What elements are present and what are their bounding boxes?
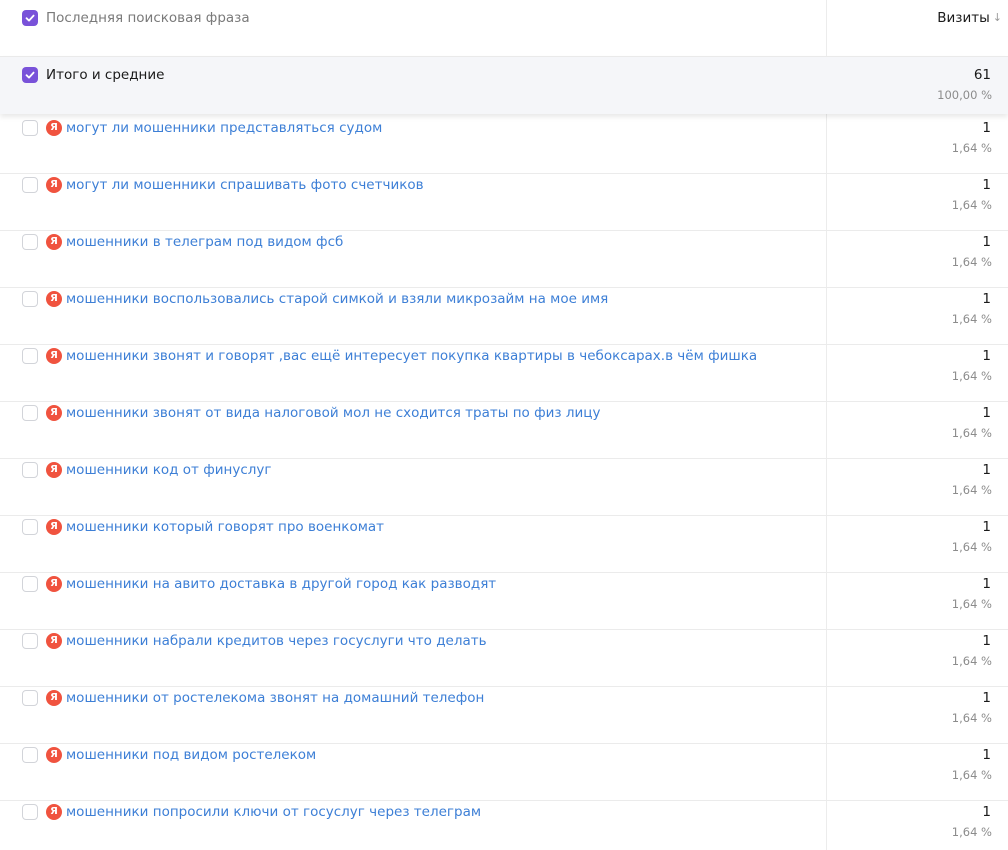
visits-value: 1 (982, 747, 991, 763)
visits-value: 1 (982, 291, 991, 307)
visits-value: 1 (982, 177, 991, 193)
search-phrase-link[interactable]: мошенники который говорят про военкомат (66, 518, 384, 536)
sort-desc-icon[interactable]: ↓ (993, 9, 1002, 27)
table-row: Ямошенники на авито доставка в другой го… (0, 573, 1008, 630)
totals-checkbox[interactable] (22, 67, 38, 83)
row-checkbox[interactable] (22, 120, 38, 136)
visits-percent: 1,64 % (951, 312, 992, 326)
visits-header-label: Визиты (937, 10, 990, 26)
yandex-engine-icon: Я (46, 177, 62, 193)
visits-percent: 1,64 % (951, 825, 992, 839)
search-phrase-link[interactable]: мошенники от ростелекома звонят на домаш… (66, 689, 484, 707)
table-row: Ямошенники воспользовались старой симкой… (0, 288, 1008, 345)
totals-row: Итого и средние 61 100,00 % (0, 57, 1008, 114)
table-row: Ямогут ли мошенники спрашивать фото счет… (0, 174, 1008, 231)
yandex-engine-icon: Я (46, 804, 62, 820)
row-checkbox[interactable] (22, 690, 38, 706)
search-phrase-link[interactable]: мошенники под видом ростелеком (66, 746, 316, 764)
search-phrase-link[interactable]: мошенники код от финуслуг (66, 461, 271, 479)
visits-percent: 1,64 % (951, 768, 992, 782)
table-row: Ямошенники звонят от вида налоговой мол … (0, 402, 1008, 459)
row-checkbox[interactable] (22, 291, 38, 307)
table-row: Ямошенники от ростелекома звонят на дома… (0, 687, 1008, 744)
yandex-engine-icon: Я (46, 405, 62, 421)
table-header: Последняя поисковая фраза Визиты ↓ (0, 0, 1008, 57)
yandex-engine-icon: Я (46, 234, 62, 250)
totals-value: 61 (973, 67, 991, 83)
search-phrase-link[interactable]: мошенники звонят от вида налоговой мол н… (66, 404, 600, 422)
row-checkbox[interactable] (22, 576, 38, 592)
row-checkbox[interactable] (22, 633, 38, 649)
search-phrase-link[interactable]: могут ли мошенники спрашивать фото счетч… (66, 176, 424, 194)
row-checkbox[interactable] (22, 747, 38, 763)
visits-percent: 1,64 % (951, 483, 992, 497)
row-checkbox[interactable] (22, 177, 38, 193)
table-row: Ямошенники звонят и говорят ,вас ещё инт… (0, 345, 1008, 402)
visits-value: 1 (982, 120, 991, 136)
visits-percent: 1,64 % (951, 141, 992, 155)
visits-value: 1 (982, 804, 991, 820)
search-phrase-link[interactable]: мошенники в телеграм под видом фсб (66, 233, 343, 251)
visits-value: 1 (982, 690, 991, 706)
yandex-engine-icon: Я (46, 291, 62, 307)
yandex-engine-icon: Я (46, 633, 62, 649)
yandex-engine-icon: Я (46, 348, 62, 364)
header-checkbox[interactable] (22, 10, 38, 26)
visits-value: 1 (982, 405, 991, 421)
dimension-header[interactable]: Последняя поисковая фраза (46, 9, 250, 27)
visits-percent: 1,64 % (951, 711, 992, 725)
visits-percent: 1,64 % (951, 369, 992, 383)
yandex-engine-icon: Я (46, 120, 62, 136)
table-row: Ямогут ли мошенники представляться судом… (0, 117, 1008, 174)
table-row: Ямошенники в телеграм под видом фсб 1 1,64… (0, 231, 1008, 288)
table-row: Ямошенники который говорят про военкомат… (0, 516, 1008, 573)
row-checkbox[interactable] (22, 405, 38, 421)
table-row: Ямошенники под видом ростелеком 1 1,64 % (0, 744, 1008, 801)
search-phrase-link[interactable]: мошенники воспользовались старой симкой … (66, 290, 608, 308)
visits-percent: 1,64 % (951, 255, 992, 269)
search-phrase-link[interactable]: мошенники звонят и говорят ,вас ещё инте… (66, 347, 757, 365)
yandex-engine-icon: Я (46, 747, 62, 763)
row-checkbox[interactable] (22, 804, 38, 820)
visits-column-header[interactable]: Визиты ↓ (937, 9, 1002, 27)
visits-value: 1 (982, 633, 991, 649)
visits-percent: 1,64 % (951, 426, 992, 440)
visits-percent: 1,64 % (951, 597, 992, 611)
totals-label: Итого и средние (46, 67, 165, 83)
search-phrase-link[interactable]: мошенники на авито доставка в другой гор… (66, 575, 496, 593)
yandex-engine-icon: Я (46, 462, 62, 478)
visits-value: 1 (982, 519, 991, 535)
visits-percent: 1,64 % (951, 198, 992, 212)
search-phrase-link[interactable]: могут ли мошенники представляться судом (66, 119, 382, 137)
search-phrase-link[interactable]: мошенники набрали кредитов через госуслу… (66, 632, 487, 650)
report-table: Последняя поисковая фраза Визиты ↓ Итого … (0, 0, 1008, 850)
search-phrase-link[interactable]: мошенники попросили ключи от госуслуг че… (66, 803, 481, 821)
totals-percent: 100,00 % (937, 88, 992, 102)
row-checkbox[interactable] (22, 519, 38, 535)
row-checkbox[interactable] (22, 462, 38, 478)
row-checkbox[interactable] (22, 348, 38, 364)
visits-percent: 1,64 % (951, 654, 992, 668)
visits-value: 1 (982, 576, 991, 592)
visits-value: 1 (982, 462, 991, 478)
row-checkbox[interactable] (22, 234, 38, 250)
visits-value: 1 (982, 348, 991, 364)
table-row: Ямошенники попросили ключи от госуслуг ч… (0, 801, 1008, 850)
yandex-engine-icon: Я (46, 690, 62, 706)
table-row: Ямошенники набрали кредитов через госусл… (0, 630, 1008, 687)
visits-percent: 1,64 % (951, 540, 992, 554)
visits-value: 1 (982, 234, 991, 250)
table-row: Ямошенники код от финуслуг 1 1,64 % (0, 459, 1008, 516)
yandex-engine-icon: Я (46, 519, 62, 535)
yandex-engine-icon: Я (46, 576, 62, 592)
